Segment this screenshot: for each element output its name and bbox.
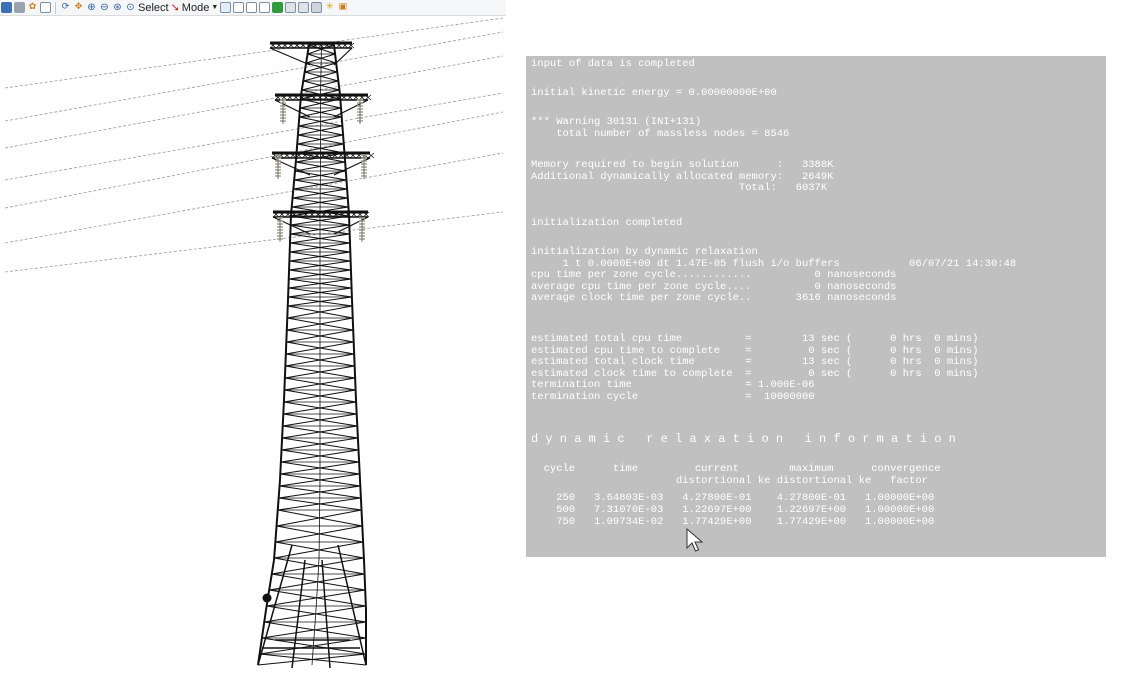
view-back-icon[interactable]: [246, 2, 257, 13]
console-table-header: cycle time current maximum convergence d…: [531, 464, 941, 487]
table-row: 750 1.09734E-02 1.77429E+00 1.77429E+00 …: [531, 517, 934, 529]
chevron-down-icon[interactable]: ▼: [211, 4, 218, 11]
console-memory: Memory required to begin solution : 3388…: [531, 160, 833, 195]
conductor-wire: [5, 212, 503, 272]
view-iso-icon[interactable]: [298, 2, 309, 13]
snapshot-icon[interactable]: ▣: [337, 2, 348, 13]
separator: [55, 2, 56, 14]
select-cursor-icon[interactable]: ➘: [171, 1, 180, 14]
console-input-completed: input of data is completed: [531, 59, 695, 71]
node-marker: [263, 594, 272, 603]
conductor-wire: [5, 153, 503, 243]
tower-leg: [274, 480, 280, 560]
shade-icon[interactable]: [14, 2, 25, 13]
cross-arm-brace: [334, 217, 368, 234]
conductor-wire: [5, 112, 503, 208]
console-heading: d y n a m i c r e l a x a t i o n i n f …: [531, 434, 956, 446]
gear-icon[interactable]: ✿: [27, 2, 38, 13]
tower-base-leg: [292, 560, 305, 668]
tower-base-leg: [322, 560, 330, 668]
table-row: 500 7.31070E-03 1.22697E+00 1.22697E+00 …: [531, 505, 934, 517]
tower-leg: [301, 45, 309, 95]
select-button[interactable]: Select: [138, 2, 169, 14]
conductor-wire: [5, 32, 503, 121]
rotate-icon[interactable]: ⟳: [60, 2, 71, 13]
conductor-wire: [5, 18, 503, 88]
tower-base-leg: [258, 545, 292, 665]
tower-leg: [280, 400, 284, 480]
cross-arm-brace: [334, 48, 352, 65]
toolbar: ✿ ⟳ ✥ ⊕ ⊖ ⊛ ⊙ Select ➘ Mode ▼ ✳ ▣: [0, 0, 506, 16]
console-initial-ke: initial kinetic energy = 0.00000000E+00: [531, 88, 777, 100]
pan-icon[interactable]: ✥: [73, 2, 84, 13]
mouse-pointer-icon: [686, 528, 704, 554]
mode-dropdown[interactable]: Mode: [182, 2, 210, 14]
grid-icon[interactable]: [40, 2, 51, 13]
conductor-wire: [5, 56, 503, 148]
console-warning: *** Warning 30131 (INI+131) total number…: [531, 117, 789, 140]
console-relaxation: initialization by dynamic relaxation 1 t…: [531, 247, 1016, 305]
tower-brace: [316, 590, 317, 606]
transmission-tower-model: [0, 17, 506, 679]
tower-leg: [352, 300, 356, 400]
tower-brace: [315, 606, 316, 622]
view-front-icon[interactable]: [233, 2, 244, 13]
view-perspective-icon[interactable]: [311, 2, 322, 13]
console-init-completed: initialization completed: [531, 218, 682, 230]
tower-leg: [360, 480, 364, 560]
view-icon[interactable]: [220, 2, 231, 13]
zoom-out-icon[interactable]: ⊖: [99, 2, 110, 13]
view-side-icon[interactable]: [259, 2, 270, 13]
tower-brace: [312, 654, 313, 665]
tower-leg: [356, 400, 360, 480]
zoom-window-icon[interactable]: ⊛: [112, 2, 123, 13]
tower-leg: [284, 300, 288, 400]
console-estimates: estimated total cpu time = 13 sec ( 0 hr…: [531, 334, 978, 403]
table-row: 250 3.64803E-03 4.27800E-01 4.27800E-01 …: [531, 493, 934, 505]
light-icon[interactable]: ✳: [324, 2, 335, 13]
tower-leg: [364, 560, 366, 610]
zoom-in-icon[interactable]: ⊕: [86, 2, 97, 13]
zoom-fit-icon[interactable]: ⊙: [125, 2, 136, 13]
tower-leg: [340, 95, 345, 160]
conductor-wire: [5, 93, 503, 180]
view-top-icon[interactable]: [272, 2, 283, 13]
tower-leg: [266, 560, 274, 610]
cube-icon[interactable]: [1, 2, 12, 13]
model-viewport[interactable]: [0, 17, 506, 679]
cross-arm-brace: [270, 48, 310, 65]
tower-leg: [296, 95, 301, 160]
tower-brace: [318, 558, 319, 574]
tower-brace: [317, 574, 318, 590]
solver-console: input of data is completed initial kinet…: [526, 56, 1106, 557]
view-bottom-icon[interactable]: [285, 2, 296, 13]
tower-leg: [334, 45, 340, 95]
